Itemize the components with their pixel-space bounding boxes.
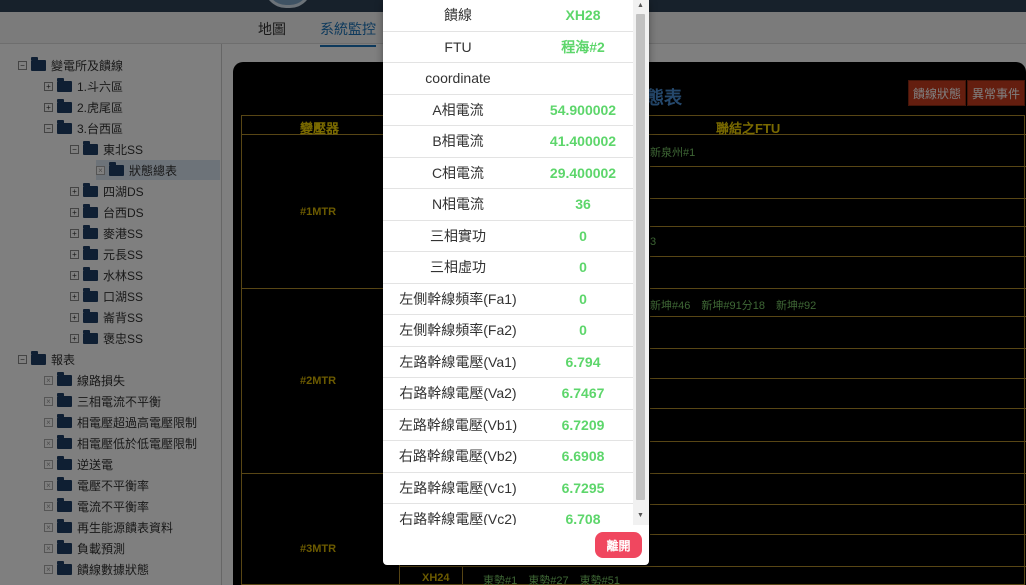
field-label: 三相實功 [430, 227, 486, 244]
close-button[interactable]: 離開 [595, 532, 642, 558]
field-value: 54.900002 [549, 101, 617, 118]
field-value: 程海#2 [561, 38, 605, 55]
field-label: 左側幹線頻率(Fa2) [399, 322, 517, 339]
ftu-detail-modal: 饋線 XH28 FTU 程海#2 coordinate A相電流 54.900002 B相電流… [383, 0, 649, 565]
field-label: 左路幹線電壓(Vc1) [399, 479, 517, 496]
modal-row: 左路幹線電壓(Vb1) 6.7209 [383, 410, 633, 441]
field-value: 36 [575, 196, 591, 213]
scroll-thumb[interactable] [636, 14, 645, 500]
field-value: 29.400002 [549, 164, 617, 181]
modal-row: FTU 程海#2 [383, 32, 633, 63]
field-value: 6.6908 [561, 448, 605, 465]
field-value: 6.7295 [561, 479, 605, 496]
field-value: 41.400002 [549, 133, 617, 150]
field-label: 左路幹線電壓(Vb1) [398, 416, 518, 433]
modal-row: N相電流 36 [383, 189, 633, 221]
modal-row: 右路幹線電壓(Va2) 6.7467 [383, 378, 633, 410]
modal-row: 三相實功 0 [383, 221, 633, 252]
field-label: N相電流 [431, 196, 485, 213]
modal-row: 饋線 XH28 [383, 0, 633, 32]
modal-row: 左側幹線頻率(Fa2) 0 [383, 315, 633, 347]
field-label: 三相虛功 [430, 259, 486, 276]
modal-row: coordinate [383, 63, 633, 95]
modal-row: 三相虛功 0 [383, 252, 633, 284]
modal-row: 左側幹線頻率(Fa1) 0 [383, 284, 633, 315]
field-value: XH28 [565, 7, 601, 24]
modal-scrollbar[interactable]: ▲ ▼ [633, 0, 649, 525]
field-label: 右路幹線電壓(Vb2) [398, 448, 518, 465]
field-value: 6.794 [565, 353, 601, 370]
field-label: FTU [444, 38, 472, 55]
field-value: 6.7467 [561, 385, 605, 402]
scroll-up-icon[interactable]: ▲ [637, 2, 644, 9]
field-label: 饋線 [444, 7, 472, 24]
field-value: 0 [579, 322, 587, 339]
field-label: A相電流 [432, 101, 484, 118]
modal-row: 左路幹線電壓(Vc1) 6.7295 [383, 473, 633, 504]
modal-row: 右路幹線電壓(Vb2) 6.6908 [383, 441, 633, 473]
field-value: 6.7209 [561, 416, 605, 433]
field-label: 左側幹線頻率(Fa1) [399, 290, 517, 307]
field-label: 左路幹線電壓(Va1) [399, 353, 517, 370]
field-value: 6.708 [565, 511, 601, 525]
scroll-down-icon[interactable]: ▼ [637, 512, 644, 519]
modal-content: 饋線 XH28 FTU 程海#2 coordinate A相電流 54.900002 B相電流… [383, 0, 649, 525]
field-label: 右路幹線電壓(Vc2) [399, 511, 517, 525]
field-value: 0 [579, 290, 587, 307]
field-label: B相電流 [432, 133, 484, 150]
field-value: 0 [579, 259, 587, 276]
field-label: C相電流 [431, 164, 485, 181]
modal-row: A相電流 54.900002 [383, 95, 633, 126]
field-label: 右路幹線電壓(Va2) [399, 385, 517, 402]
modal-row: B相電流 41.400002 [383, 126, 633, 158]
modal-row: 右路幹線電壓(Vc2) 6.708 [383, 504, 633, 525]
modal-row: 左路幹線電壓(Va1) 6.794 [383, 347, 633, 378]
modal-row: C相電流 29.400002 [383, 158, 633, 189]
field-value: 0 [579, 227, 587, 244]
field-label: coordinate [425, 70, 491, 87]
